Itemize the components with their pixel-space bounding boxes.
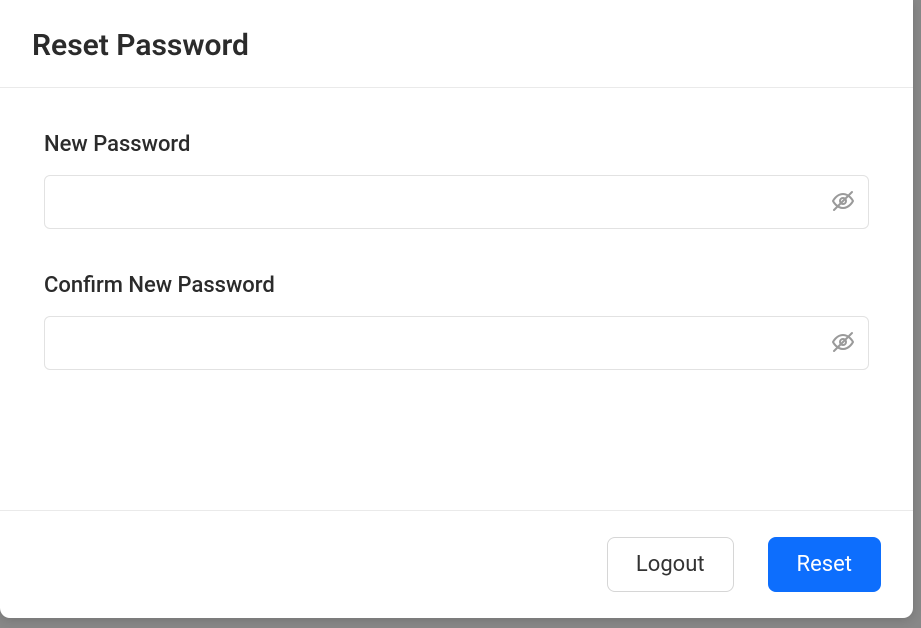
toggle-confirm-password-visibility[interactable]: [829, 329, 857, 357]
confirm-password-input[interactable]: [44, 316, 869, 370]
reset-password-modal: Reset Password New Password Co: [0, 0, 913, 618]
new-password-group: New Password: [44, 132, 869, 229]
eye-off-icon: [831, 189, 855, 216]
modal-title: Reset Password: [32, 28, 881, 63]
new-password-label: New Password: [44, 132, 869, 157]
new-password-input-wrapper: [44, 175, 869, 229]
modal-header: Reset Password: [0, 0, 913, 88]
confirm-password-group: Confirm New Password: [44, 273, 869, 370]
logout-button[interactable]: Logout: [607, 537, 734, 592]
toggle-new-password-visibility[interactable]: [829, 188, 857, 216]
eye-off-icon: [831, 330, 855, 357]
confirm-password-input-wrapper: [44, 316, 869, 370]
modal-body: New Password Confirm New Password: [0, 88, 913, 510]
modal-footer: Logout Reset: [0, 510, 913, 618]
confirm-password-label: Confirm New Password: [44, 273, 869, 298]
reset-button[interactable]: Reset: [768, 537, 881, 592]
new-password-input[interactable]: [44, 175, 869, 229]
